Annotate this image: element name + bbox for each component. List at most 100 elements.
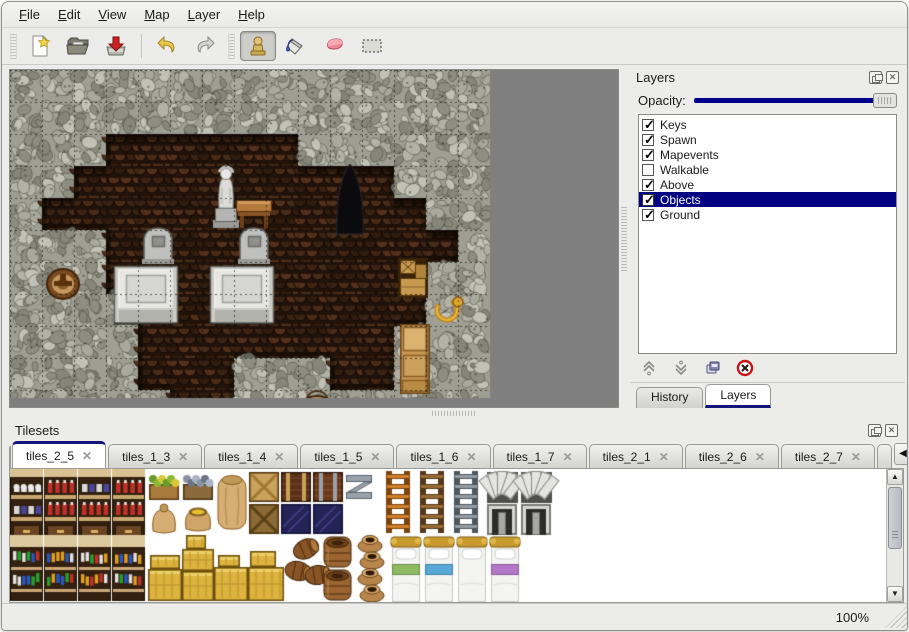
- tileset-scroll-track[interactable]: [887, 485, 903, 586]
- layer-row-spawn[interactable]: ✓Spawn: [639, 132, 896, 147]
- tileset-tab-tiles_2_5[interactable]: tiles_2_5 ✕: [12, 441, 106, 468]
- duplicate-layer-button[interactable]: [702, 357, 724, 379]
- layer-visibility-checkbox[interactable]: ✓: [642, 149, 654, 161]
- app-window: FileEditViewMapLayerHelp: [1, 1, 908, 631]
- layers-float-icon[interactable]: [869, 71, 882, 84]
- layer-visibility-checkbox[interactable]: ✓: [642, 134, 654, 146]
- tileset-viewport: ▲ ▼: [9, 468, 904, 603]
- layer-visibility-checkbox[interactable]: ✓: [642, 119, 654, 131]
- menu-help[interactable]: Help: [229, 4, 274, 25]
- fill-tool-button[interactable]: [278, 31, 314, 61]
- tileset-scrollbar[interactable]: ▲ ▼: [886, 469, 903, 602]
- lower-layer-button[interactable]: [670, 357, 692, 379]
- delete-layer-button[interactable]: [734, 357, 756, 379]
- vertical-splitter-grip[interactable]: [621, 205, 627, 271]
- layer-visibility-checkbox[interactable]: ✓: [642, 209, 654, 221]
- menu-edit[interactable]: Edit: [49, 4, 89, 25]
- tilesets-close-icon[interactable]: ✕: [885, 424, 898, 437]
- opacity-slider[interactable]: [694, 92, 897, 108]
- vertical-splitter[interactable]: [619, 69, 630, 408]
- layer-name: Ground: [660, 208, 700, 222]
- layer-visibility-checkbox[interactable]: [642, 164, 654, 176]
- tileset-tab-partial[interactable]: tiles_: [877, 444, 892, 468]
- menu-map[interactable]: Map: [135, 4, 178, 25]
- tab-close-icon[interactable]: ✕: [370, 450, 380, 464]
- stamp-tool-button[interactable]: [240, 31, 276, 61]
- tileset-scroll-thumb[interactable]: [888, 487, 902, 549]
- tab-close-icon[interactable]: ✕: [274, 450, 284, 464]
- dock-tab-history[interactable]: History: [636, 387, 703, 408]
- scroll-up-icon[interactable]: ▲: [887, 469, 903, 485]
- tileset-tab-tiles_1_4[interactable]: tiles_1_4 ✕: [204, 444, 298, 468]
- opacity-label: Opacity:: [638, 93, 686, 108]
- tileset-tab-tiles_1_7[interactable]: tiles_1_7✕: [493, 444, 587, 468]
- tileset-tab-tiles_2_6[interactable]: tiles_2_6✕: [685, 444, 779, 468]
- undo-icon: [154, 33, 180, 59]
- layer-row-keys[interactable]: ✓Keys: [639, 117, 896, 132]
- tileset-tab-tiles_2_7[interactable]: tiles_2_7✕: [781, 444, 875, 468]
- layer-visibility-checkbox[interactable]: ✓: [642, 194, 654, 206]
- layer-row-above[interactable]: ✓ Above: [639, 177, 896, 192]
- tileset-canvas[interactable]: [10, 469, 886, 602]
- tab-close-icon[interactable]: ✕: [851, 450, 861, 464]
- tileset-tab-tiles_1_3[interactable]: tiles_1_3✕: [108, 444, 202, 468]
- menu-view[interactable]: View: [89, 4, 135, 25]
- select-rect-icon: [359, 33, 385, 59]
- undo-button[interactable]: [149, 31, 185, 61]
- menu-file[interactable]: File: [10, 4, 49, 25]
- tileset-tab-label: tiles_2_1: [603, 450, 651, 464]
- zoom-level: 100%: [836, 610, 869, 625]
- scroll-down-icon[interactable]: ▼: [887, 586, 903, 602]
- raise-layer-icon: [640, 359, 658, 377]
- new-file-button[interactable]: [22, 31, 58, 61]
- tab-close-icon[interactable]: ✕: [563, 450, 573, 464]
- save-button[interactable]: [98, 31, 134, 61]
- toolbar-drag-handle-2[interactable]: [228, 33, 235, 59]
- duplicate-layer-icon: [704, 359, 722, 377]
- tab-close-icon[interactable]: ✕: [466, 450, 476, 464]
- tab-close-icon[interactable]: ✕: [659, 450, 669, 464]
- tileset-tab-tiles_1_5[interactable]: tiles_1_5✕: [300, 444, 394, 468]
- toolbar: [2, 28, 907, 65]
- status-bar: 100%: [2, 603, 908, 630]
- layer-name: Above: [660, 178, 694, 192]
- tileset-tab-tiles_2_1[interactable]: tiles_2_1 ✕: [589, 444, 683, 468]
- layer-visibility-checkbox[interactable]: ✓: [642, 179, 654, 191]
- layers-close-icon[interactable]: ✕: [886, 71, 899, 84]
- tab-scroll-left-icon[interactable]: ◀: [894, 443, 908, 465]
- opacity-slider-track[interactable]: [694, 98, 895, 103]
- tilesets-dock-titlebar: Tilesets ✕: [9, 419, 904, 441]
- tab-close-icon[interactable]: ✕: [178, 450, 188, 464]
- tilesets-float-icon[interactable]: [868, 424, 881, 437]
- layer-row-objects[interactable]: ✓Objects: [639, 192, 896, 207]
- open-file-button[interactable]: [60, 31, 96, 61]
- main-area: Layers ✕ Opacity: ✓Keys✓Spawn✓MapeventsW…: [2, 66, 908, 408]
- resize-grip[interactable]: [885, 606, 907, 628]
- dock-tab-layers[interactable]: Layers: [705, 384, 771, 408]
- open-folder-icon: [65, 33, 91, 59]
- redo-button[interactable]: [187, 31, 223, 61]
- tileset-tab-label: tiles_2_5: [26, 449, 74, 463]
- menu-layer[interactable]: Layer: [179, 4, 230, 25]
- layer-row-ground[interactable]: ✓ Ground: [639, 207, 896, 222]
- tileset-tab-label: tiles_1_4: [218, 450, 266, 464]
- horizontal-splitter-grip[interactable]: [432, 411, 476, 416]
- layer-row-mapevents[interactable]: ✓Mapevents: [639, 147, 896, 162]
- raise-layer-button[interactable]: [638, 357, 660, 379]
- delete-layer-icon: [736, 359, 754, 377]
- menu-bar: FileEditViewMapLayerHelp: [2, 2, 907, 28]
- tab-close-icon[interactable]: ✕: [755, 450, 765, 464]
- tileset-tab-tiles_1_6[interactable]: tiles_1_6✕: [396, 444, 490, 468]
- eraser-tool-button[interactable]: [316, 31, 352, 61]
- tilesets-dock: Tilesets ✕ tiles_2_5✕tiles_1_3✕tiles_1_4…: [9, 419, 904, 604]
- horizontal-splitter[interactable]: [2, 408, 908, 419]
- map-canvas[interactable]: [10, 70, 618, 407]
- opacity-slider-handle[interactable]: [873, 93, 897, 108]
- tileset-tab-bar: tiles_2_5✕tiles_1_3✕tiles_1_4✕tiles_1_5✕…: [9, 441, 904, 468]
- toolbar-drag-handle[interactable]: [10, 33, 17, 59]
- tab-close-icon[interactable]: ✕: [82, 449, 92, 463]
- select-tool-button[interactable]: [354, 31, 390, 61]
- layer-list: ✓Keys✓Spawn✓MapeventsWalkable✓Above✓Obje…: [638, 114, 897, 354]
- stamp-tool-icon: [245, 33, 271, 59]
- layer-row-walkable[interactable]: Walkable: [639, 162, 896, 177]
